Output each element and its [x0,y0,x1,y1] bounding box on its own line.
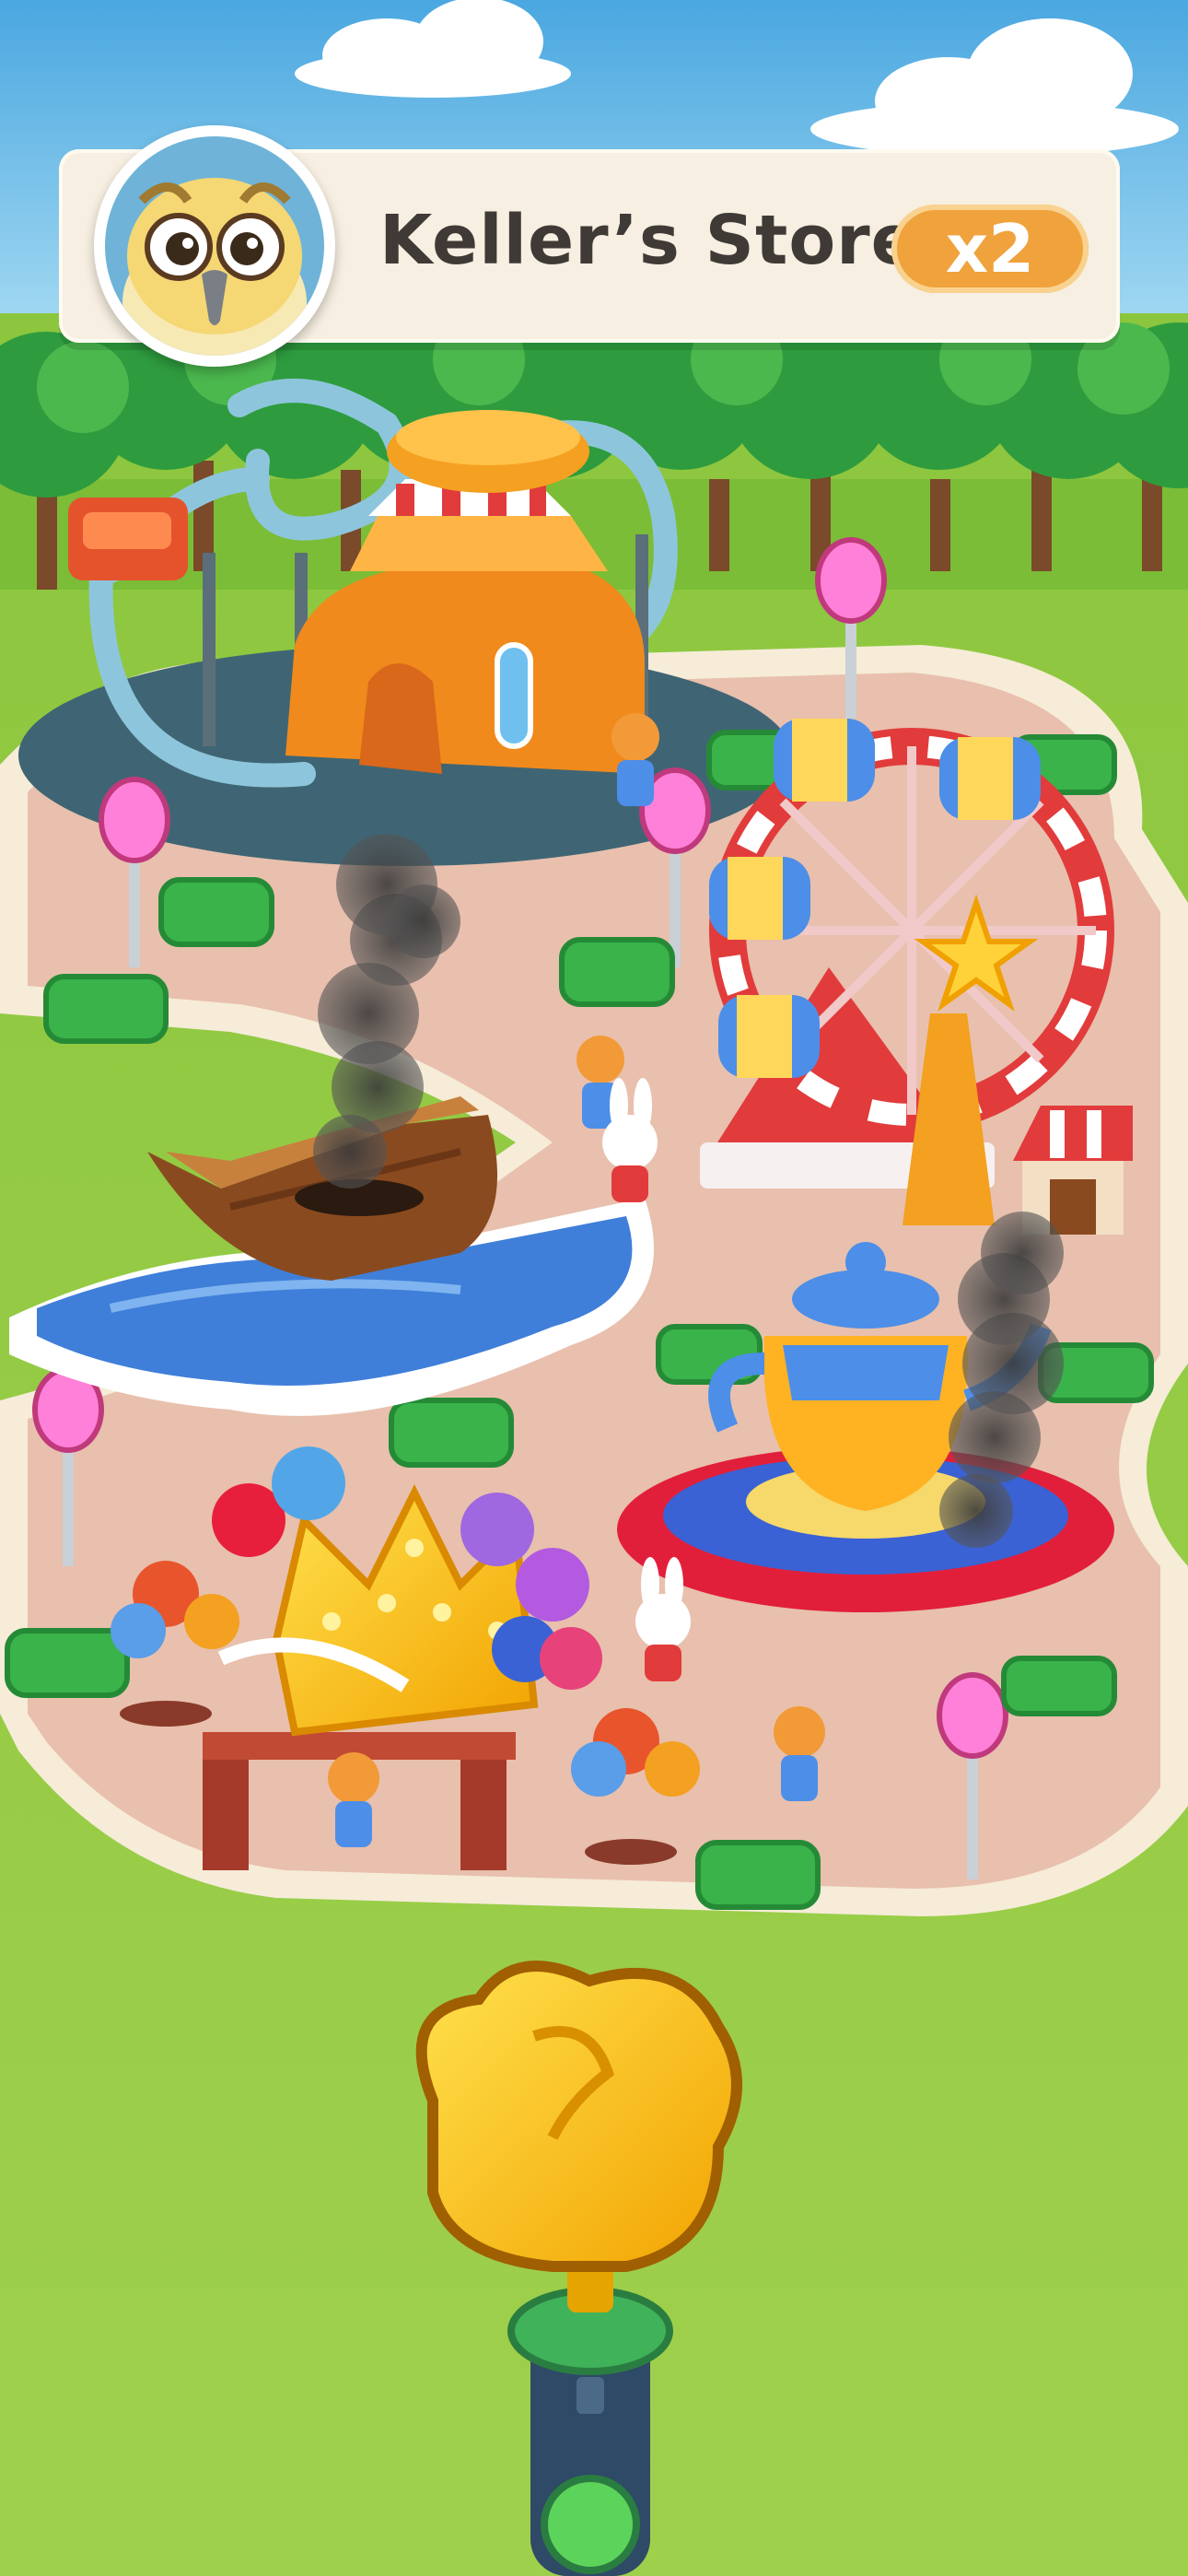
coaster-car [68,498,188,580]
store-avatar[interactable] [94,125,335,367]
owl-avatar-icon [105,136,324,356]
multiplier-badge[interactable]: x2 [891,205,1089,293]
store-name: Keller’s Store [379,201,918,280]
park-scene [0,0,1188,2576]
